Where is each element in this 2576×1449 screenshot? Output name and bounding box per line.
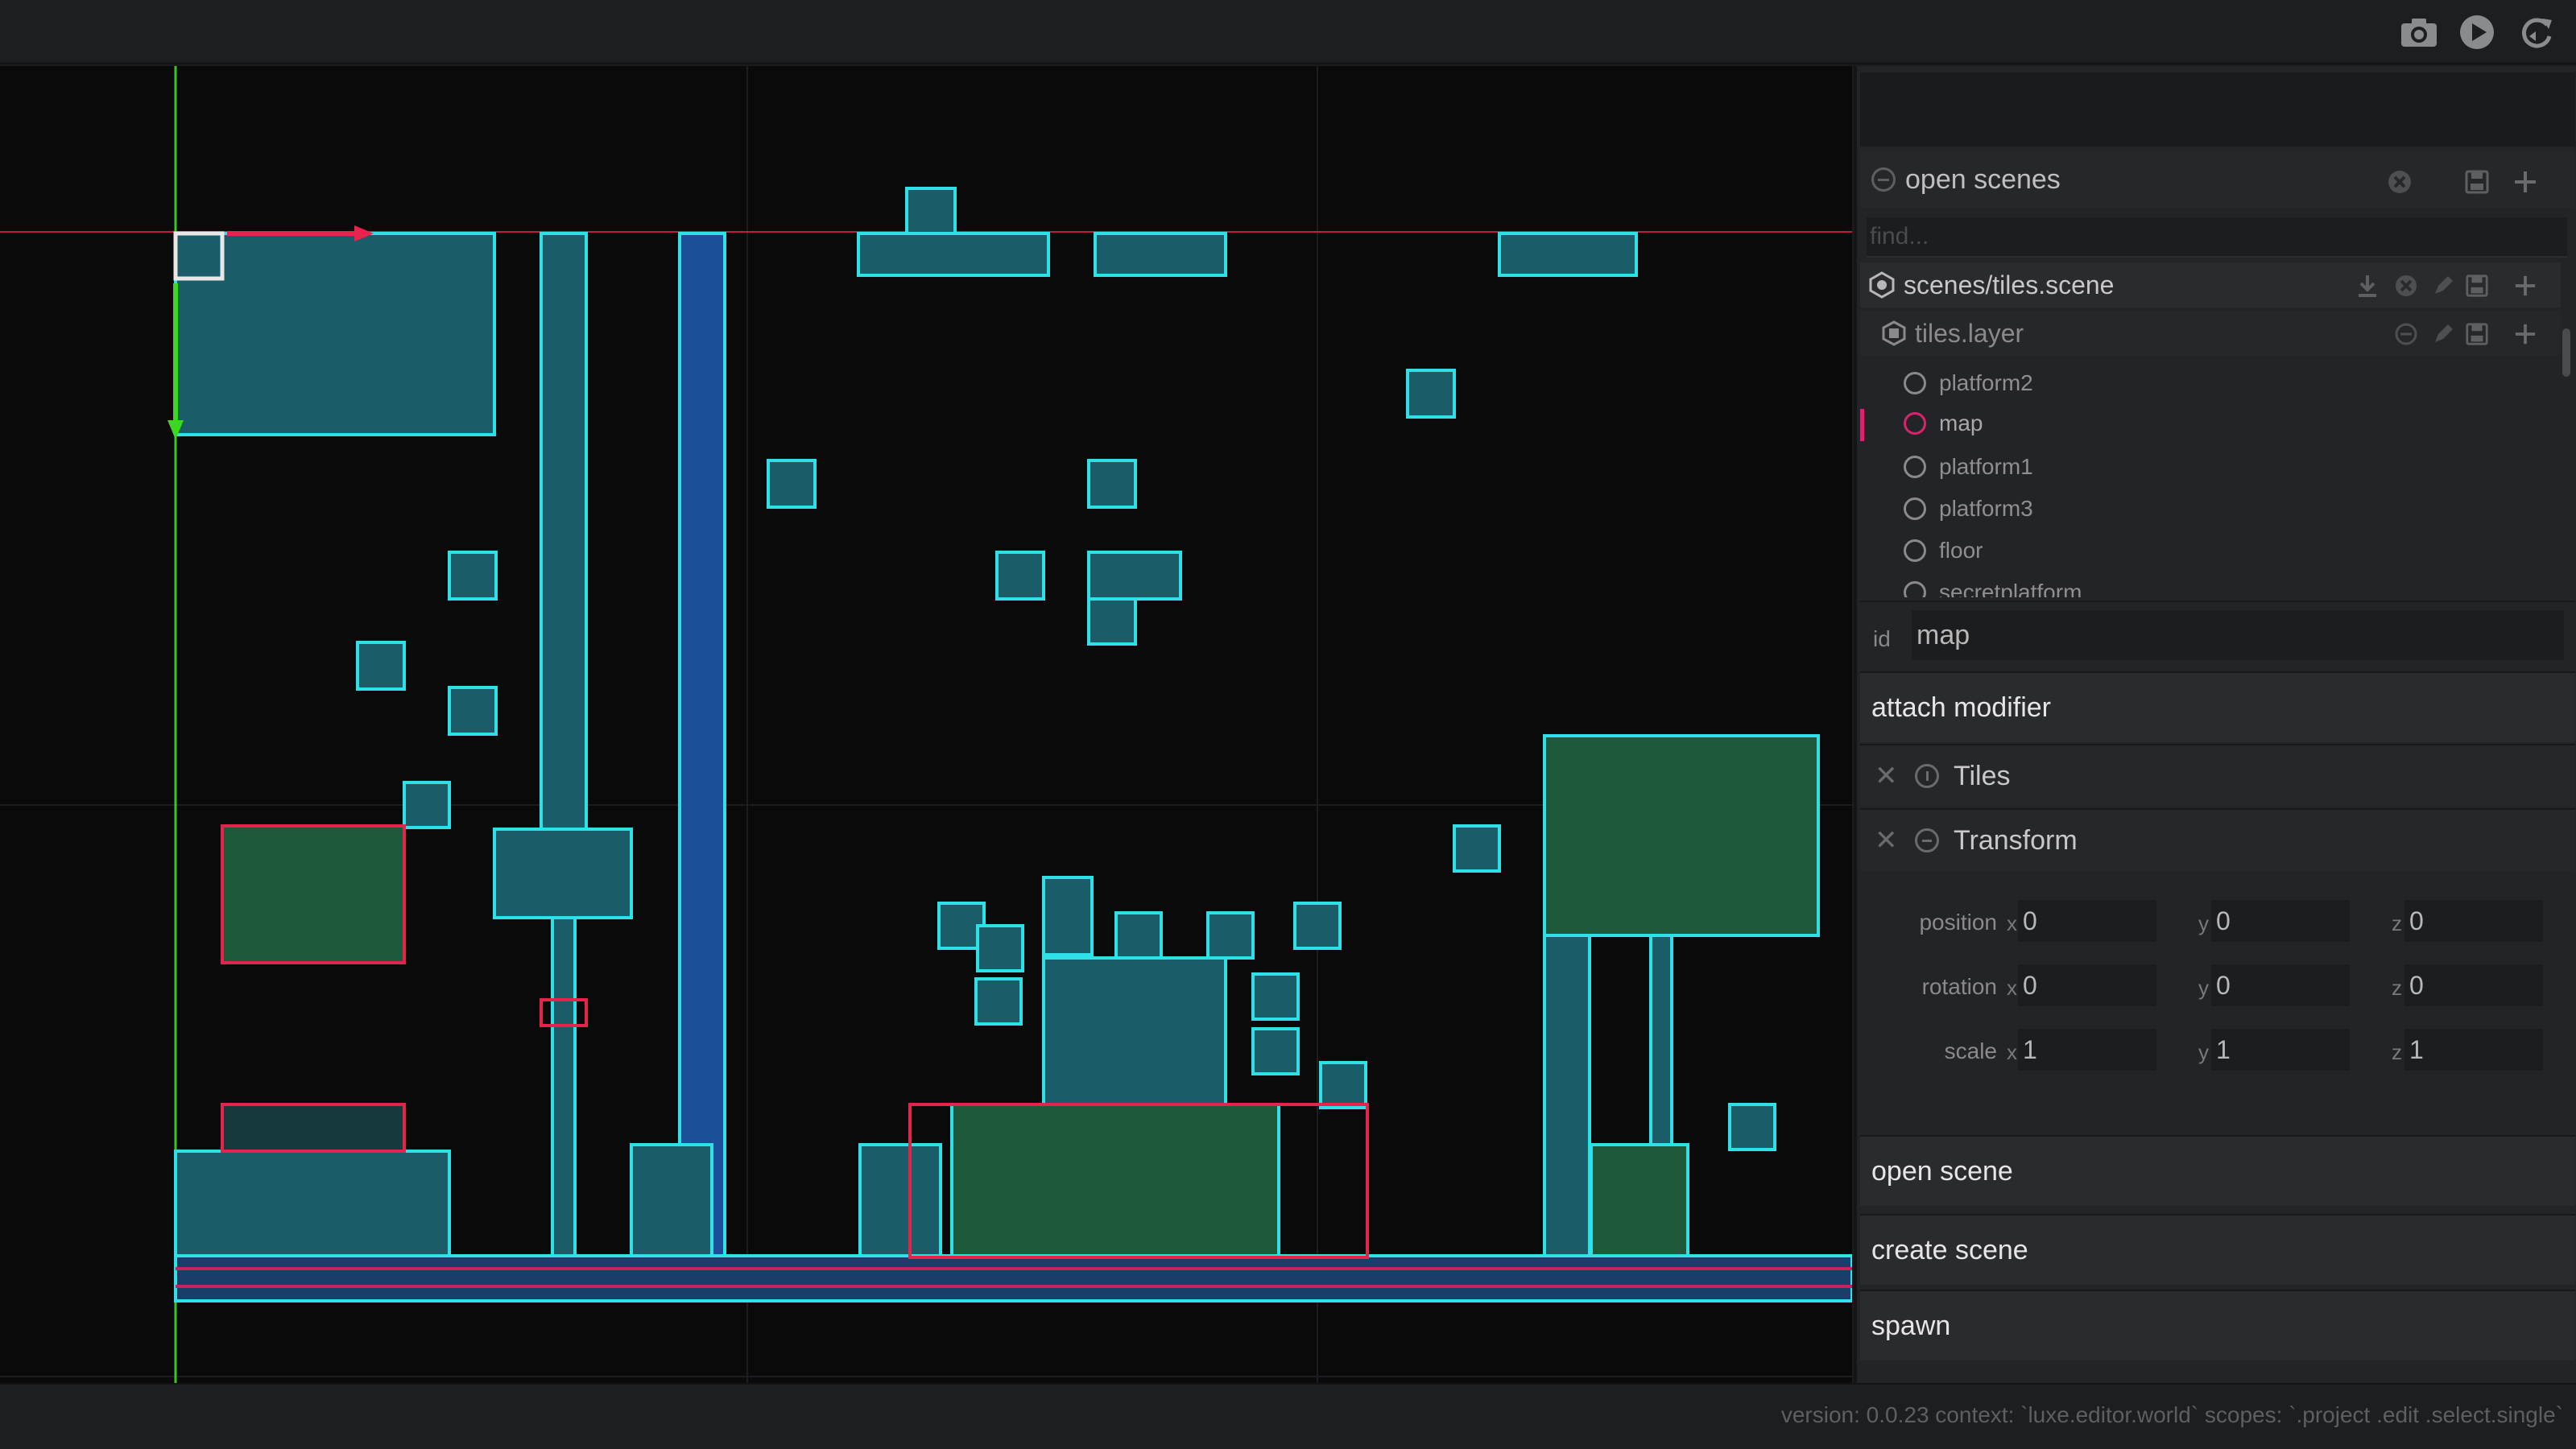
camera-icon[interactable]	[2400, 14, 2438, 50]
tree-row-scene[interactable]: scenes/tiles.scene	[1860, 262, 2561, 308]
add-node-icon[interactable]	[2511, 320, 2540, 348]
node-circle-icon	[1904, 581, 1926, 597]
play-icon[interactable]	[2458, 14, 2496, 50]
axis-y-label: y	[2198, 911, 2209, 935]
node-circle-icon	[1904, 412, 1926, 435]
spawn-label: spawn	[1871, 1310, 1951, 1341]
axis-x-label: x	[2007, 911, 2017, 935]
scene-path: scenes/tiles.scene	[1904, 270, 2115, 299]
status-text: version: 0.0.23 context: `luxe.editor.wo…	[1780, 1402, 2563, 1427]
scale-y-field[interactable]	[2211, 1029, 2350, 1071]
add-layer-icon[interactable]	[2511, 272, 2540, 299]
axis-x-label: x	[2007, 976, 2017, 1000]
open-scene-label: open scene	[1871, 1155, 2013, 1187]
tree-node[interactable]: secretplatform	[1860, 572, 2561, 597]
scale-z-field[interactable]	[2404, 1029, 2543, 1071]
node-circle-icon	[1904, 539, 1926, 562]
rotation-x-field[interactable]	[2018, 964, 2156, 1006]
axis-z-label: z	[2392, 976, 2402, 1000]
tree-node[interactable]: platform2	[1860, 362, 2561, 404]
node-circle-icon	[1904, 497, 1926, 520]
axis-y-label: y	[2198, 1040, 2209, 1064]
edit-icon[interactable]	[2429, 272, 2458, 299]
open-scenes-header: open scenes	[1860, 151, 2575, 208]
tree-node[interactable]: platform3	[1860, 488, 2561, 530]
scale-row: scale x y z	[1860, 1026, 2575, 1075]
node-label: secretplatform	[1939, 580, 2082, 597]
position-x-field[interactable]	[2018, 900, 2156, 942]
save-layer-icon[interactable]	[2462, 320, 2491, 348]
layer-name: tiles.layer	[1915, 318, 2024, 348]
axis-y-label: y	[2198, 976, 2209, 1000]
top-toolbar	[0, 0, 2576, 64]
id-row: id	[1860, 601, 2575, 670]
modifier-name: Tiles	[1954, 760, 2011, 791]
rotation-z-field[interactable]	[2404, 964, 2543, 1006]
open-scenes-title: open scenes	[1905, 163, 2061, 195]
close-scene-icon[interactable]	[2392, 272, 2421, 299]
spawn-button[interactable]: spawn	[1860, 1290, 2575, 1360]
id-label: id	[1873, 626, 1891, 651]
save-icon[interactable]	[2462, 167, 2491, 196]
tree-row-layer[interactable]: tiles.layer	[1860, 311, 2561, 356]
close-all-icon[interactable]	[2385, 167, 2414, 196]
modifier-name: Transform	[1954, 824, 2078, 856]
add-icon[interactable]	[2511, 167, 2540, 196]
tree-scrollbar[interactable]	[2562, 328, 2570, 377]
modifier-collapse-icon[interactable]	[1915, 828, 1939, 852]
rotation-row: rotation x y z	[1860, 961, 2575, 1011]
position-z-field[interactable]	[2404, 900, 2543, 942]
refresh-icon[interactable]	[2517, 14, 2556, 50]
tree-node-selected[interactable]: map	[1860, 402, 2561, 444]
node-label: map	[1939, 411, 1983, 436]
create-scene-label: create scene	[1871, 1234, 2028, 1265]
open-scene-button[interactable]: open scene	[1860, 1135, 2575, 1206]
node-label: platform2	[1939, 370, 2033, 395]
axis-x-label: x	[2007, 1040, 2017, 1064]
remove-modifier-icon[interactable]: ✕	[1875, 760, 1900, 792]
edit-layer-icon[interactable]	[2429, 320, 2458, 348]
position-row: position x y z	[1860, 897, 2575, 947]
modifier-tiles[interactable]: ✕ Tiles	[1860, 744, 2575, 807]
inspector-panel: open scenes scenes/tiles.scene	[1854, 66, 2576, 1383]
layer-visibility-icon[interactable]	[2392, 320, 2421, 348]
scene-tree: scenes/tiles.scene tiles.layer platform2	[1860, 259, 2575, 597]
modifier-toggle-icon[interactable]	[1915, 764, 1939, 788]
save-scene-icon[interactable]	[2462, 272, 2491, 299]
download-icon[interactable]	[2353, 272, 2382, 299]
attach-modifier-button[interactable]: attach modifier	[1860, 671, 2575, 742]
layer-icon	[1881, 320, 1907, 346]
rotation-y-field[interactable]	[2211, 964, 2350, 1006]
scale-x-field[interactable]	[2018, 1029, 2156, 1071]
id-field[interactable]	[1912, 610, 2564, 660]
selection-indicator	[1860, 409, 1864, 441]
panel-header-area	[1860, 72, 2575, 147]
node-circle-icon	[1904, 456, 1926, 478]
create-scene-button[interactable]: create scene	[1860, 1214, 2575, 1285]
transform-properties: position x y z rotation x y z scale x y …	[1860, 889, 2575, 1108]
axis-z-label: z	[2392, 911, 2402, 935]
position-label: position	[1919, 910, 1997, 935]
scene-viewport[interactable]	[0, 66, 1852, 1383]
collapse-icon[interactable]	[1871, 167, 1896, 192]
node-circle-icon	[1904, 372, 1926, 394]
node-label: floor	[1939, 538, 1983, 563]
scene-icon	[1868, 271, 1896, 299]
find-input[interactable]	[1867, 217, 2567, 258]
modifier-transform[interactable]: ✕ Transform	[1860, 808, 2575, 871]
status-bar: version: 0.0.23 context: `luxe.editor.wo…	[0, 1383, 2576, 1449]
tile-map-canvas	[0, 66, 1852, 1383]
node-label: platform1	[1939, 454, 2033, 479]
tree-node[interactable]: floor	[1860, 530, 2561, 572]
position-y-field[interactable]	[2211, 900, 2350, 942]
remove-modifier-icon[interactable]: ✕	[1875, 824, 1900, 857]
rotation-label: rotation	[1921, 974, 1997, 999]
axis-z-label: z	[2392, 1040, 2402, 1064]
scale-label: scale	[1944, 1038, 1997, 1063]
node-label: platform3	[1939, 496, 2033, 521]
tree-node[interactable]: platform1	[1860, 446, 2561, 488]
attach-modifier-label: attach modifier	[1871, 691, 2051, 723]
